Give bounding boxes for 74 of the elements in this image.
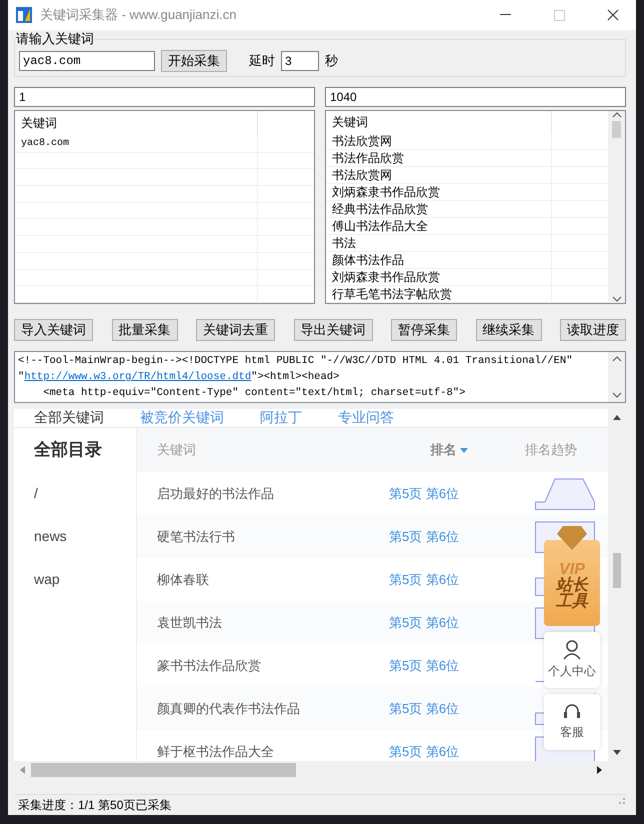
- source-text-area[interactable]: [14, 351, 626, 403]
- action-button[interactable]: 暂停采集: [391, 319, 457, 341]
- keyword-list[interactable]: 关键词 yac8.com: [14, 110, 315, 304]
- table-cell-text: 颜真卿的代表作书法作品: [156, 700, 301, 718]
- list-item[interactable]: 刘炳森隶书作品欣赏: [326, 269, 552, 285]
- headset-icon: [563, 703, 581, 721]
- code-line: <meta http-equiv="Content-Type" content="text/html; charset=utf-8">: [42, 386, 466, 401]
- keyword-input[interactable]: yac8.com: [19, 51, 155, 71]
- right-arrow-icon[interactable]: [597, 766, 602, 774]
- left-arrow-icon[interactable]: [20, 766, 25, 774]
- column-header: 关键词: [156, 441, 197, 459]
- service-button[interactable]: 客服: [544, 694, 600, 750]
- list-item[interactable]: 行草毛笔书法字帖欣赏: [326, 286, 552, 302]
- scrollbar[interactable]: [608, 111, 625, 303]
- column-header[interactable]: 关键词: [326, 111, 552, 133]
- table-cell-text: 柳体春联: [156, 570, 210, 588]
- start-button[interactable]: 开始采集: [161, 50, 227, 72]
- table-cell-text: 鲜于枢书法作品大全: [156, 742, 275, 760]
- user-icon: [563, 640, 581, 660]
- delay-label: 延时: [249, 52, 275, 70]
- profile-button[interactable]: 个人中心: [544, 632, 600, 688]
- column-header[interactable]: 关键词: [15, 111, 258, 136]
- list-item[interactable]: yac8.com: [15, 136, 258, 152]
- list-item[interactable]: 经典书法作品欣赏: [326, 201, 552, 217]
- action-button[interactable]: 关键词去重: [196, 319, 275, 341]
- resize-grip-icon[interactable]: [616, 795, 626, 805]
- action-button[interactable]: 导入关键词: [14, 319, 93, 341]
- scrollbar[interactable]: [608, 352, 625, 402]
- diamond-icon: [557, 526, 587, 550]
- maximize-icon: [554, 10, 564, 20]
- list-item[interactable]: 颜体书法作品: [326, 252, 552, 268]
- group-label: 请输入关键词: [16, 30, 94, 48]
- keyword-list[interactable]: 关键词 书法欣赏网 书法作品欣赏 书法欣赏网 刘炳森隶书作品欣赏 经典书法作品欣赏 傅山书法作品大全 书法 颜体书法作品 刘炳森隶书作品欣赏 行草毛笔书法字帖欣赏: [325, 110, 626, 304]
- list-item[interactable]: 刘炳森隶书作品欣赏: [326, 184, 552, 200]
- code-text: "><html><head>: [251, 371, 340, 383]
- close-icon: [607, 9, 619, 21]
- count-field[interactable]: 1: [14, 87, 315, 107]
- sort-down-icon[interactable]: [460, 448, 468, 452]
- action-button[interactable]: 批量采集: [112, 319, 178, 341]
- action-button[interactable]: 导出关键词: [294, 319, 372, 341]
- action-button[interactable]: 继续采集: [476, 319, 542, 341]
- list-item[interactable]: 书法作品欣赏: [326, 150, 552, 166]
- up-arrow-icon[interactable]: [613, 415, 621, 420]
- minimize-icon: [500, 14, 510, 16]
- count-field[interactable]: 1040: [325, 87, 626, 107]
- sidebar-item[interactable]: wap: [34, 558, 136, 601]
- scrollbar-thumb[interactable]: [31, 763, 296, 777]
- table-cell-text: 硬笔书法行书: [156, 528, 236, 546]
- table-cell-text: 启功最好的书法作品: [156, 484, 275, 502]
- delay-input[interactable]: 3: [281, 51, 319, 71]
- dtd-link[interactable]: http://www.w3.org/TR/html4/loose.dtd: [24, 371, 252, 383]
- scrollbar-thumb[interactable]: [613, 552, 621, 588]
- sidebar-title: 全部目录: [34, 439, 103, 461]
- status-text: 采集进度：1/1 第50页已采集: [18, 797, 172, 814]
- sidebar-item[interactable]: /: [34, 472, 136, 515]
- code-text: ": [18, 371, 24, 383]
- action-button[interactable]: 读取进度: [560, 319, 626, 341]
- scrollbar-thumb[interactable]: [612, 121, 621, 138]
- list-item[interactable]: 书法欣赏网: [326, 133, 552, 149]
- trend-sparkline: [535, 478, 595, 510]
- list-item[interactable]: 书法: [326, 235, 552, 251]
- page-tab[interactable]: 全部关键词: [34, 409, 104, 427]
- window-title: 关键词采集器 - www.guanjianzi.cn: [40, 6, 238, 24]
- table-cell-text: 篆书书法作品欣赏: [156, 656, 262, 674]
- app-logo-icon: [16, 7, 32, 23]
- list-item[interactable]: 书法欣赏网: [326, 167, 552, 183]
- column-header: 排名趋势: [525, 441, 577, 459]
- vip-badge[interactable]: VIP 站长 工具: [544, 540, 600, 626]
- unit-label: 秒: [325, 52, 338, 70]
- code-line: <!--Tool-MainWrap-begin--><!DOCTYPE html PUBLIC "-//W3C//DTD HTML 4.01 Transitional//EN": [18, 354, 574, 369]
- sidebar-item[interactable]: news: [34, 515, 136, 558]
- list-item[interactable]: 傅山书法作品大全: [326, 218, 552, 234]
- table-cell-text: 袁世凯书法: [156, 614, 223, 632]
- down-arrow-icon[interactable]: [613, 750, 621, 755]
